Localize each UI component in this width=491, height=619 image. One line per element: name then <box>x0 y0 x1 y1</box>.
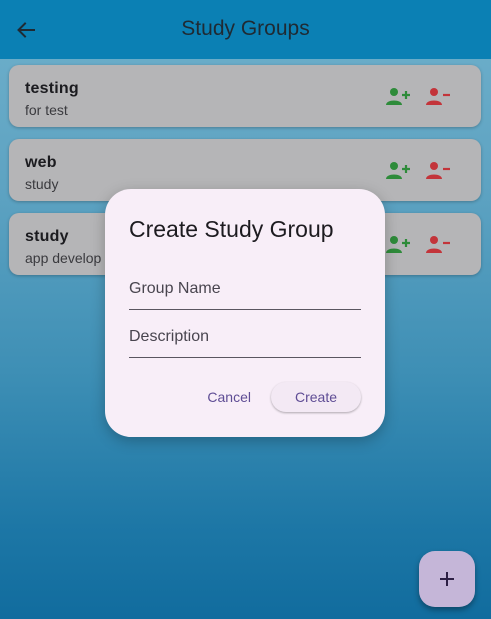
person-add-icon <box>386 162 410 179</box>
group-description: study <box>25 176 59 192</box>
join-group-button[interactable] <box>385 83 411 109</box>
app-bar: Study Groups <box>0 0 491 59</box>
group-name: web <box>25 154 57 171</box>
join-group-button[interactable] <box>385 157 411 183</box>
add-group-fab[interactable] <box>419 551 475 607</box>
group-card[interactable]: testing for test <box>9 65 481 127</box>
group-name-input[interactable] <box>129 269 361 309</box>
group-name: testing <box>25 80 79 97</box>
group-description: app develop <box>25 250 102 266</box>
leave-group-button[interactable] <box>425 83 451 109</box>
create-button[interactable]: Create <box>271 382 361 412</box>
group-actions <box>385 83 451 109</box>
group-actions <box>385 157 451 183</box>
group-name-field <box>129 269 361 310</box>
group-description: for test <box>25 102 68 118</box>
dialog-actions: Cancel Create <box>207 381 361 413</box>
study-groups-screen: Study Groups testing for test web study … <box>0 0 491 619</box>
leave-group-button[interactable] <box>425 157 451 183</box>
person-add-icon <box>386 88 410 105</box>
group-actions <box>385 231 451 257</box>
description-field <box>129 317 361 358</box>
page-title: Study Groups <box>181 17 310 40</box>
join-group-button[interactable] <box>385 231 411 257</box>
group-name: study <box>25 228 69 245</box>
person-remove-icon <box>426 88 450 105</box>
description-input[interactable] <box>129 317 361 357</box>
create-group-dialog: Create Study Group Cancel Create <box>105 189 385 437</box>
plus-icon <box>440 572 454 586</box>
leave-group-button[interactable] <box>425 231 451 257</box>
person-add-icon <box>386 236 410 253</box>
person-remove-icon <box>426 162 450 179</box>
dialog-title: Create Study Group <box>129 216 334 242</box>
cancel-button[interactable]: Cancel <box>207 381 251 413</box>
person-remove-icon <box>426 236 450 253</box>
